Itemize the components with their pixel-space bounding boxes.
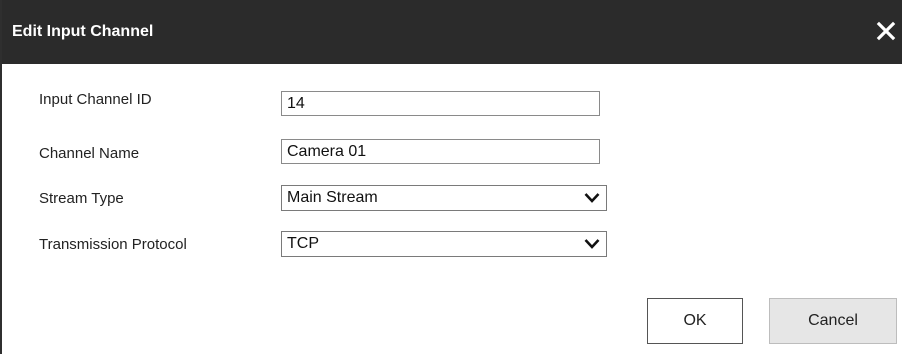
transmission-protocol-label: Transmission Protocol <box>39 236 187 253</box>
channel-name-field[interactable] <box>281 139 600 164</box>
close-icon[interactable] <box>876 21 896 41</box>
stream-type-select[interactable]: Main Stream <box>281 185 607 211</box>
cancel-button[interactable]: Cancel <box>769 298 897 344</box>
input-channel-id-field[interactable] <box>281 91 600 116</box>
ok-button[interactable]: OK <box>647 298 743 344</box>
input-channel-id-label: Input Channel ID <box>39 91 152 108</box>
dialog-titlebar: Edit Input Channel <box>2 0 902 64</box>
edit-input-channel-dialog: Edit Input Channel Input Channel ID Chan… <box>0 0 902 354</box>
channel-name-label: Channel Name <box>39 145 140 162</box>
chevron-down-icon <box>584 239 600 249</box>
stream-type-selected-value: Main Stream <box>287 189 378 206</box>
dialog-title: Edit Input Channel <box>12 23 154 40</box>
chevron-down-icon <box>584 193 600 203</box>
stream-type-label: Stream Type <box>39 190 124 207</box>
transmission-protocol-select[interactable]: TCP <box>281 231 607 257</box>
transmission-protocol-selected-value: TCP <box>287 235 319 252</box>
